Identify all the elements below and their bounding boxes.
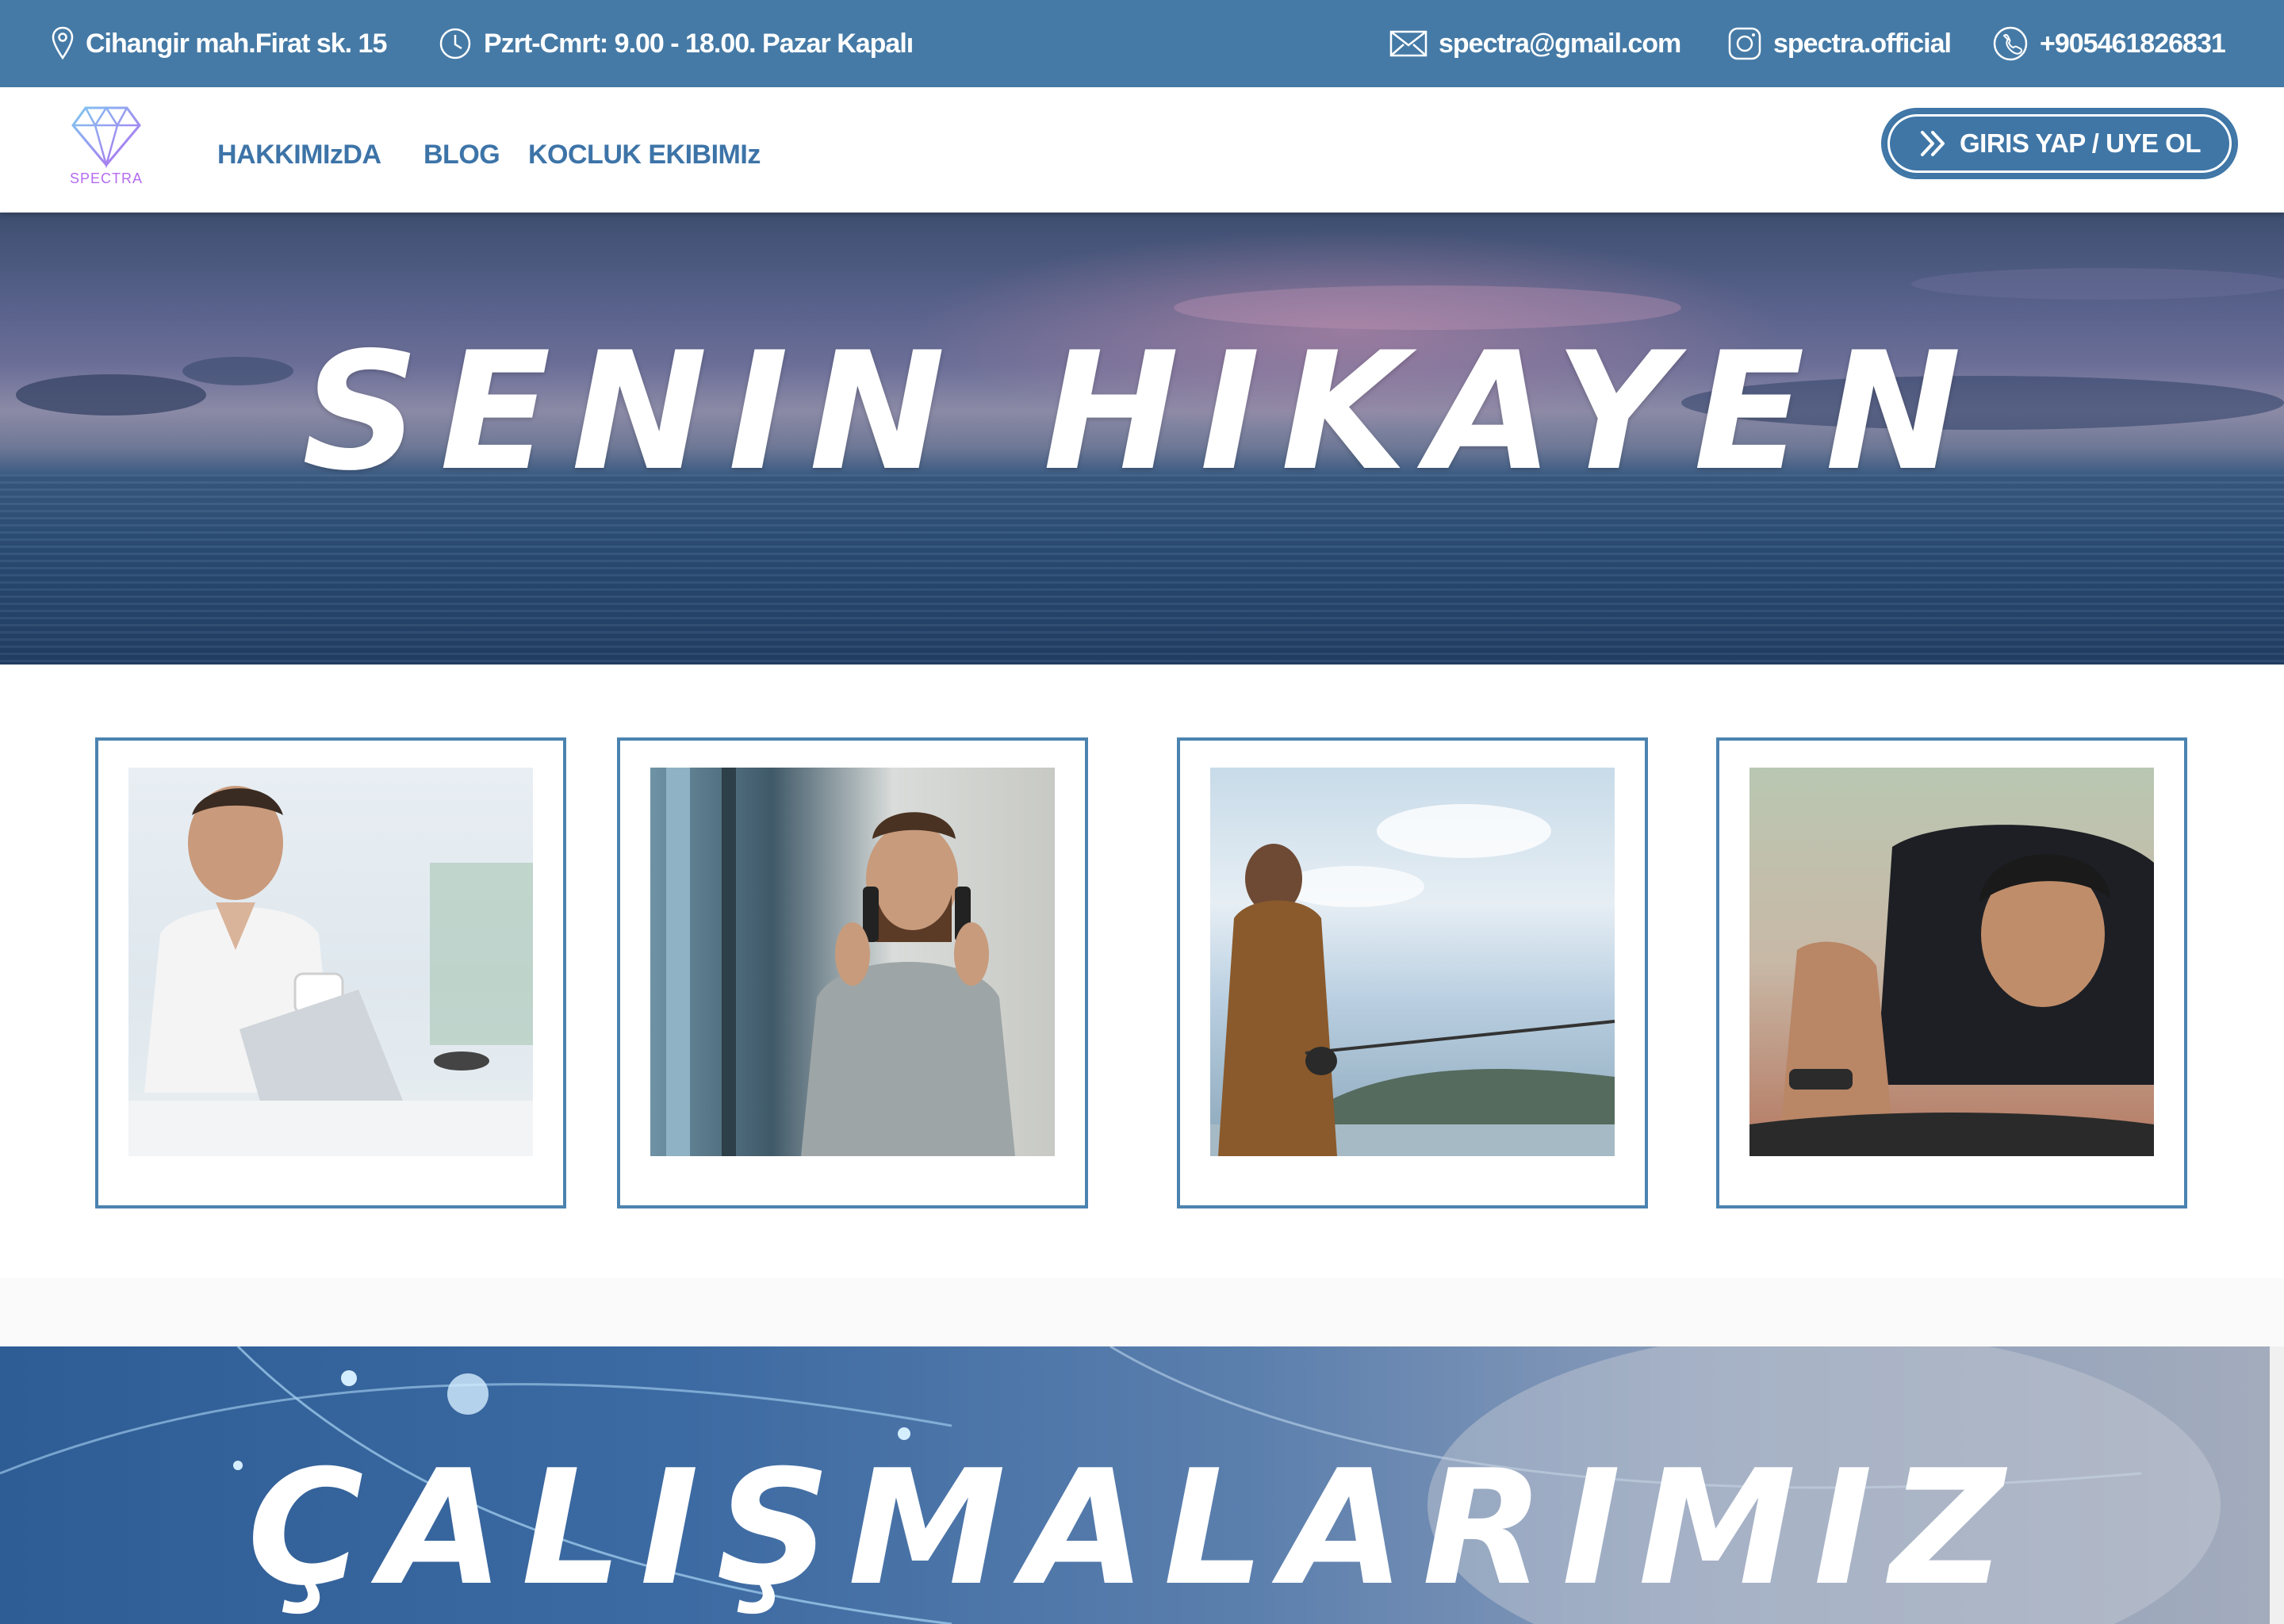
phone-icon [1993,26,2028,61]
nav-link-blog[interactable]: BLOG [423,140,500,170]
nav-link-about[interactable]: HAKKIMIzDA [217,140,381,170]
gallery-card[interactable] [95,737,566,1208]
hero-title: SENIN HIKAYEN [301,318,1983,507]
photo-man-pushup [1749,768,2154,1156]
phone-text[interactable]: +905461826831 [2040,29,2226,59]
spectra-logo[interactable]: SPECTRA [62,103,151,197]
scrollbar[interactable] [2270,1346,2284,1624]
main-navbar: SPECTRA HAKKIMIzDA BLOG KOCLUK EKIBIMIz … [0,87,2284,213]
works-title: ÇALIŞMALARIMIZ [247,1436,2023,1621]
double-chevron-right-icon [1920,131,1945,156]
photo-man-fishing [1210,768,1615,1156]
login-register-label: GIRIS YAP / UYE OL [1959,128,2202,158]
envelope-icon [1389,30,1428,57]
photo-man-phones [650,768,1055,1156]
email-text[interactable]: spectra@gmail.com [1439,29,1681,59]
phone-item[interactable]: +905461826831 [1992,0,2226,87]
works-section: ÇALIŞMALARIMIZ [0,1346,2270,1624]
address-text: Cihangir mah.Firat sk. 15 [86,28,387,59]
login-register-button[interactable]: GIRIS YAP / UYE OL [1881,108,2238,179]
clock-icon [439,28,471,59]
hero-banner: SENIN HIKAYEN [0,213,2284,665]
logo-text: SPECTRA [69,170,144,186]
instagram-icon [1728,27,1761,60]
address-item: Cihangir mah.Firat sk. 15 [51,0,387,87]
man-laptop-illustration [128,786,533,1156]
instagram-item[interactable]: spectra.official [1727,0,1952,87]
section-separator [0,1278,2284,1346]
hours-text: Pzrt-Cmrt: 9.00 - 18.00. Pazar Kapalı [484,28,914,59]
gallery-card[interactable] [1716,737,2187,1208]
gallery-card[interactable] [617,737,1088,1208]
man-pushup-illustration [1749,825,2154,1156]
location-pin-icon [52,26,74,60]
photo-man-laptop [128,768,533,1156]
man-fishing-illustration [1210,804,1615,1156]
diamond-icon [71,105,141,169]
nav-link-coaching-team[interactable]: KOCLUK EKIBIMIz [528,140,761,170]
top-info-bar: Cihangir mah.Firat sk. 15 Pzrt-Cmrt: 9.0… [0,0,2284,87]
gallery-card[interactable] [1177,737,1648,1208]
email-item[interactable]: spectra@gmail.com [1389,0,1681,87]
hours-item: Pzrt-Cmrt: 9.00 - 18.00. Pazar Kapalı [438,0,914,87]
man-phones-illustration [666,768,1015,1156]
instagram-text[interactable]: spectra.official [1773,29,1952,59]
